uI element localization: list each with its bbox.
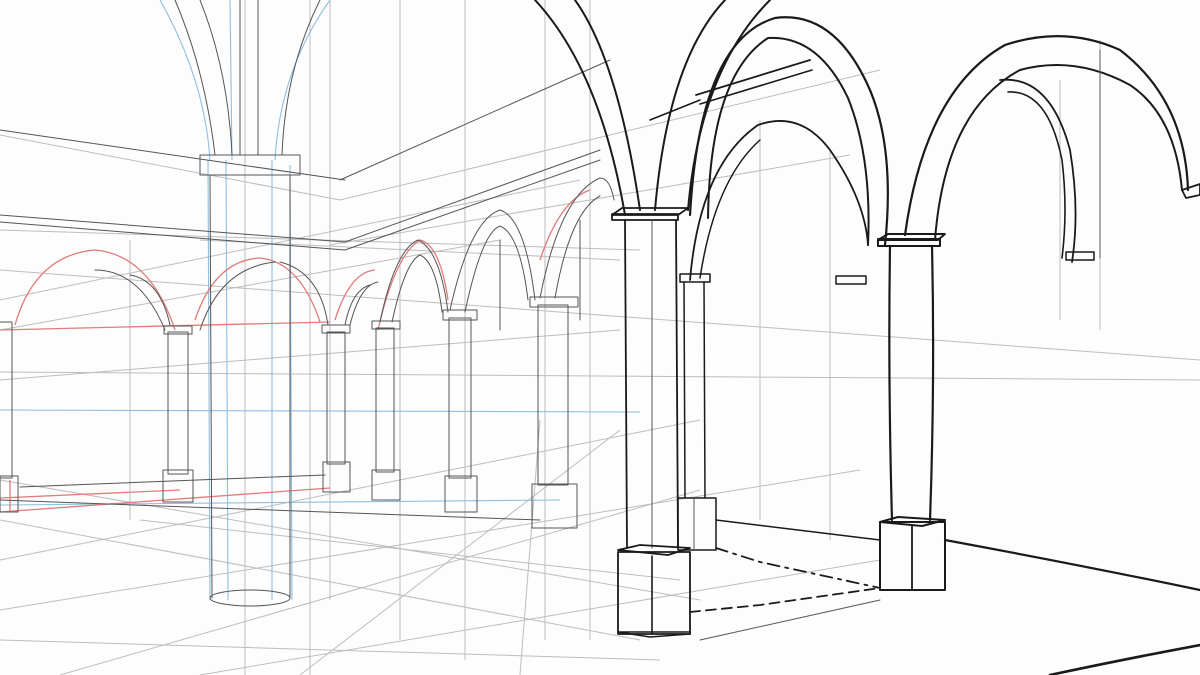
- right-column: [877, 233, 946, 591]
- blue-guide-lines: [0, 0, 641, 601]
- middle-column: [534, 0, 771, 638]
- near-left-column: [174, 0, 321, 607]
- far-column-1: [0, 321, 19, 513]
- arcade-perspective-drawing: [0, 0, 1200, 675]
- second-column: [677, 273, 717, 551]
- far-column-2: [162, 325, 194, 503]
- far-colonnade: [0, 59, 615, 529]
- sketch-canvas: [0, 0, 1200, 675]
- near-arches: [649, 16, 1200, 285]
- construction-lines: [0, 0, 1200, 675]
- far-column-3: [321, 324, 351, 493]
